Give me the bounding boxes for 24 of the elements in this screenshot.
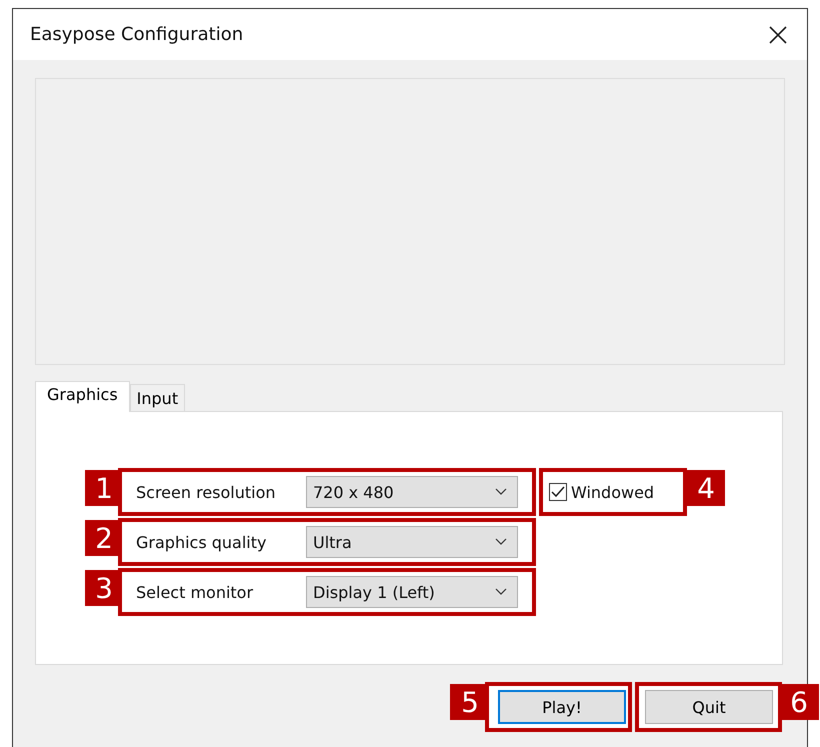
dropdown-value: 720 x 480	[313, 482, 394, 502]
checkbox[interactable]	[549, 483, 567, 501]
tab[interactable]: Graphics	[35, 381, 130, 412]
dialog-button[interactable]: Play!	[498, 690, 626, 724]
callout-number: 6	[779, 684, 819, 720]
setting-label: Screen resolution	[135, 482, 277, 502]
dropdown-value: Ultra	[313, 532, 352, 552]
setting-label: Graphics quality	[135, 532, 268, 552]
dropdown[interactable]: Ultra	[306, 526, 518, 558]
setting-label: Select monitor	[135, 582, 254, 602]
window-title: Easypose Configuration	[30, 24, 244, 45]
dropdown-value: Display 1 (Left)	[313, 582, 435, 602]
checkbox-label: Windowed	[571, 482, 654, 502]
tab[interactable]: Input	[130, 384, 186, 411]
dropdown[interactable]: 720 x 480	[306, 476, 518, 508]
chevron-down-icon	[495, 538, 507, 546]
chevron-down-icon	[495, 488, 507, 496]
checkmark-icon	[551, 486, 565, 498]
dropdown[interactable]: Display 1 (Left)	[306, 576, 518, 608]
dialog-button[interactable]: Quit	[645, 690, 773, 724]
chevron-down-icon	[495, 588, 507, 596]
windowed-checkbox[interactable]: Windowed	[549, 482, 654, 502]
callout-number: 4	[687, 470, 725, 506]
close-icon[interactable]	[769, 26, 787, 44]
